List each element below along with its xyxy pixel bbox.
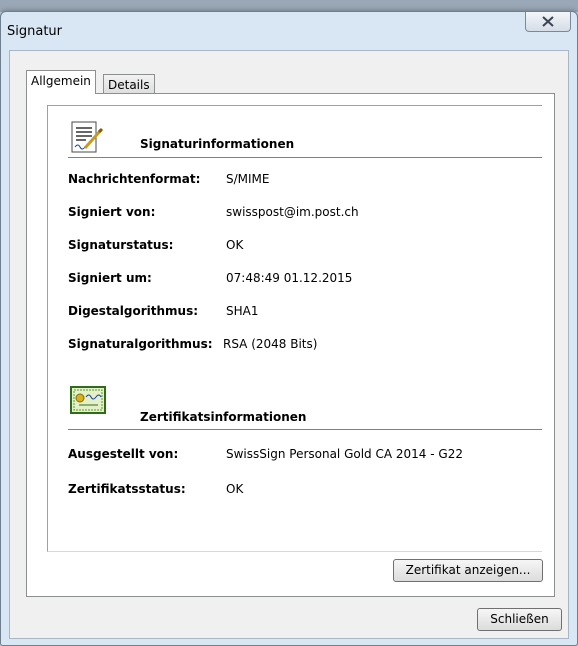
close-dialog-button[interactable]: Schließen xyxy=(477,608,562,631)
certificate-icon xyxy=(70,386,106,414)
tab-allgemein[interactable]: Allgemein xyxy=(26,70,96,94)
value-digestalgorithmus: SHA1 xyxy=(226,304,259,318)
value-signaturstatus: OK xyxy=(226,238,244,252)
signatur-dialog: Signatur Allgemein Details Signaturinfor… xyxy=(0,11,578,646)
label-signiert-von: Signiert von: xyxy=(68,205,156,219)
label-signaturstatus: Signaturstatus: xyxy=(68,238,174,252)
label-ausgestellt-von: Ausgestellt von: xyxy=(68,447,179,461)
tab-details[interactable]: Details xyxy=(103,74,155,95)
close-button[interactable] xyxy=(525,12,571,32)
dialog-client-area: Allgemein Details Signaturinformationen … xyxy=(9,50,569,639)
label-digestalgorithmus: Digestalgorithmus: xyxy=(68,304,199,318)
signature-divider xyxy=(68,157,542,158)
certificate-section-heading: Zertifikatsinformationen xyxy=(140,410,307,424)
value-zertifikatsstatus: OK xyxy=(226,482,244,496)
show-certificate-button[interactable]: Zertifikat anzeigen... xyxy=(393,559,543,582)
dialog-title: Signatur xyxy=(7,24,63,39)
value-signiert-um: 07:48:49 01.12.2015 xyxy=(226,271,353,285)
label-zertifikatsstatus: Zertifikatsstatus: xyxy=(68,482,186,496)
info-content-area: Signaturinformationen Nachrichtenformat:… xyxy=(47,105,542,552)
label-nachrichtenformat: Nachrichtenformat: xyxy=(68,172,201,186)
value-signaturalgorithmus: RSA (2048 Bits) xyxy=(223,337,318,351)
value-signiert-von: swisspost@im.post.ch xyxy=(226,205,359,219)
value-ausgestellt-von: SwissSign Personal Gold CA 2014 - G22 xyxy=(226,447,463,461)
certificate-divider xyxy=(68,429,542,430)
value-nachrichtenformat: S/MIME xyxy=(226,172,270,186)
close-icon xyxy=(542,16,554,27)
signature-section-heading: Signaturinformationen xyxy=(140,137,295,151)
signature-document-icon xyxy=(71,121,104,153)
tab-panel-allgemein: Signaturinformationen Nachrichtenformat:… xyxy=(26,93,555,597)
label-signaturalgorithmus: Signaturalgorithmus: xyxy=(68,337,213,351)
label-signiert-um: Signiert um: xyxy=(68,271,152,285)
